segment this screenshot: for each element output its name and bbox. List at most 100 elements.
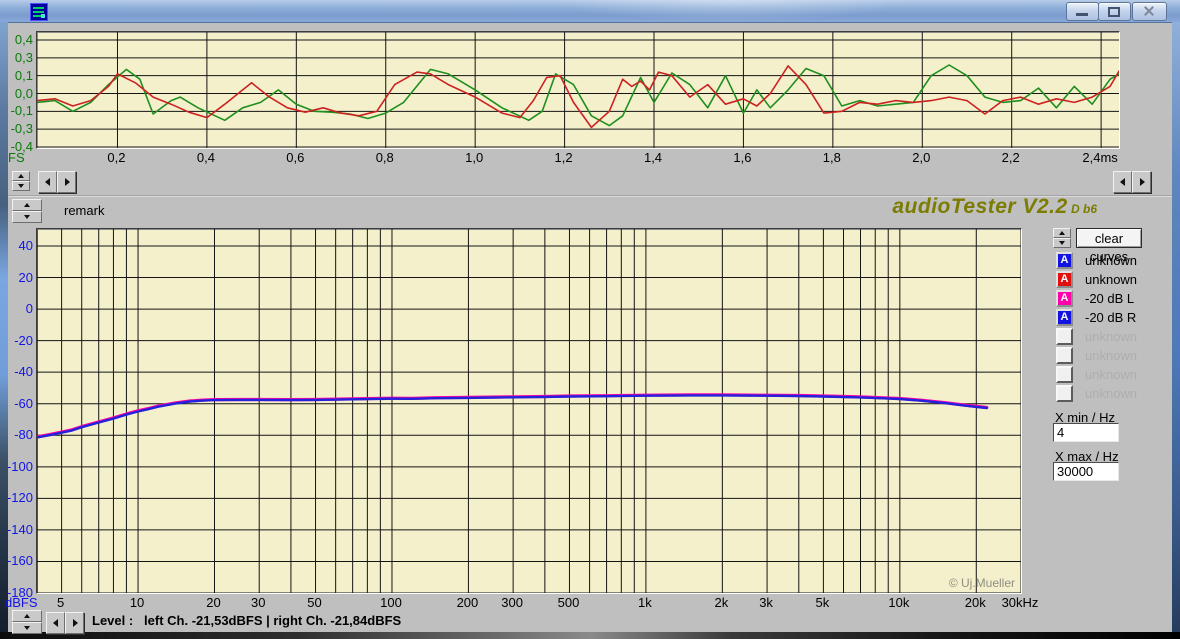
osc-x-tick: 1,0 bbox=[465, 150, 483, 165]
level-spinner[interactable] bbox=[12, 610, 42, 634]
level-scroll-left-button[interactable] bbox=[46, 612, 65, 634]
right-arrow-icon bbox=[65, 178, 70, 186]
remark-spinner[interactable] bbox=[12, 199, 42, 223]
spin-down-button[interactable] bbox=[1053, 238, 1071, 248]
osc-x-tick: 0,6 bbox=[286, 150, 304, 165]
oscilloscope-chart bbox=[36, 31, 1120, 149]
legend-label: unknown bbox=[1085, 272, 1137, 287]
osc-x-tick: 0,4 bbox=[197, 150, 215, 165]
legend-label: unknown bbox=[1085, 329, 1137, 344]
osc-y-tick: 0,3 bbox=[0, 50, 33, 65]
fr-x-tick: 10k bbox=[888, 595, 909, 610]
curve-toggle-swatch[interactable] bbox=[1056, 328, 1073, 345]
fr-y-tick: 20 bbox=[0, 270, 33, 285]
fr-y-tick: -100 bbox=[0, 459, 33, 474]
spin-down-button[interactable] bbox=[12, 181, 30, 191]
fr-x-tick: 30 bbox=[251, 595, 265, 610]
legend-item[interactable]: Aunknown bbox=[1056, 271, 1176, 288]
fr-y-tick: 40 bbox=[0, 238, 33, 253]
fr-x-tick: 3k bbox=[759, 595, 773, 610]
legend-item[interactable]: A -20 dB L bbox=[1056, 290, 1176, 307]
right-arrow-icon bbox=[73, 619, 78, 627]
legend-label: unknown bbox=[1085, 386, 1137, 401]
fr-y-tick: -40 bbox=[0, 364, 33, 379]
osc-scroll-right-button-right[interactable] bbox=[1132, 171, 1151, 193]
legend-label: unknown bbox=[1085, 367, 1137, 382]
osc-x-tick: 2,4ms bbox=[1082, 150, 1117, 165]
curve-toggle-swatch[interactable]: A bbox=[1056, 309, 1073, 326]
osc-y-tick: 0,0 bbox=[0, 86, 33, 101]
frequency-response-plot bbox=[37, 229, 1021, 593]
spin-up-button[interactable] bbox=[12, 171, 30, 181]
fr-x-tick: 20k bbox=[965, 595, 986, 610]
osc-y-tick: 0,1 bbox=[0, 68, 33, 83]
osc-x-tick: 1,2 bbox=[555, 150, 573, 165]
title-bar[interactable] bbox=[0, 0, 1180, 23]
legend-item[interactable]: unknown bbox=[1056, 385, 1176, 402]
watermark: © Uj.Mueller bbox=[949, 576, 1015, 590]
osc-x-tick: 2,0 bbox=[912, 150, 930, 165]
legend-item[interactable]: unknown bbox=[1056, 366, 1176, 383]
spin-down-button[interactable] bbox=[12, 211, 42, 223]
spin-up-button[interactable] bbox=[12, 610, 42, 622]
up-arrow-icon bbox=[24, 614, 30, 618]
osc-scroll-right-button[interactable] bbox=[57, 171, 76, 193]
osc-scroll-left-button[interactable] bbox=[38, 171, 57, 193]
fr-x-tick: 200 bbox=[457, 595, 479, 610]
curve-toggle-swatch[interactable] bbox=[1056, 347, 1073, 364]
spin-up-button[interactable] bbox=[12, 199, 42, 211]
legend-item[interactable]: A -20 dB R bbox=[1056, 309, 1176, 326]
minimize-button[interactable] bbox=[1066, 2, 1099, 21]
curve-toggle-swatch[interactable]: A bbox=[1056, 252, 1073, 269]
window-right-border bbox=[1172, 22, 1180, 632]
down-arrow-icon bbox=[1059, 241, 1065, 245]
sidebar-spinner[interactable] bbox=[1053, 228, 1071, 248]
fr-y-tick: -180 bbox=[0, 585, 33, 600]
app-title: audioTester V2.2 D b6 bbox=[500, 195, 1097, 219]
osc-zoom-spinner[interactable] bbox=[12, 171, 30, 191]
up-arrow-icon bbox=[1059, 231, 1065, 235]
legend-label: -20 dB L bbox=[1085, 291, 1134, 306]
right-arrow-icon bbox=[1140, 178, 1145, 186]
level-scroll-right-button[interactable] bbox=[65, 612, 84, 634]
spin-down-button[interactable] bbox=[12, 622, 42, 634]
fr-x-tick: 500 bbox=[558, 595, 580, 610]
spin-up-button[interactable] bbox=[1053, 228, 1071, 238]
xmin-input[interactable] bbox=[1053, 423, 1119, 442]
fr-x-tick: 50 bbox=[307, 595, 321, 610]
fr-x-tick: 30kHz bbox=[1002, 595, 1039, 610]
curve-toggle-swatch[interactable]: A bbox=[1056, 271, 1073, 288]
left-arrow-icon bbox=[1120, 178, 1125, 186]
fr-y-tick: 0 bbox=[0, 301, 33, 316]
fr-y-tick: -120 bbox=[0, 490, 33, 505]
fr-y-tick: -160 bbox=[0, 553, 33, 568]
fr-x-tick: 20 bbox=[206, 595, 220, 610]
curve-toggle-swatch[interactable] bbox=[1056, 366, 1073, 383]
legend-label: -20 dB R bbox=[1085, 310, 1136, 325]
curve-toggle-swatch[interactable]: A bbox=[1056, 290, 1073, 307]
osc-scroll-left-button-right[interactable] bbox=[1113, 171, 1132, 193]
osc-x-tick: 2,2 bbox=[1002, 150, 1020, 165]
legend-item[interactable]: Aunknown bbox=[1056, 252, 1176, 269]
clear-curves-button[interactable]: clear curves bbox=[1076, 228, 1142, 248]
oscilloscope-plot bbox=[37, 32, 1119, 148]
osc-y-tick: -0,3 bbox=[0, 121, 33, 136]
app-icon bbox=[30, 3, 48, 21]
fr-x-tick: 2k bbox=[714, 595, 728, 610]
legend-item[interactable]: unknown bbox=[1056, 347, 1176, 364]
osc-x-tick: 0,2 bbox=[107, 150, 125, 165]
up-arrow-icon bbox=[24, 203, 30, 207]
fr-x-tick: 100 bbox=[380, 595, 402, 610]
maximize-button[interactable] bbox=[1098, 2, 1131, 21]
frequency-response-chart: © Uj.Mueller bbox=[36, 228, 1022, 594]
osc-y-tick: 0,4 bbox=[0, 32, 33, 47]
close-button[interactable] bbox=[1132, 2, 1167, 21]
osc-y-tick: -0,4 bbox=[0, 139, 33, 154]
legend-label: unknown bbox=[1085, 348, 1137, 363]
xmax-input[interactable] bbox=[1053, 462, 1119, 481]
fr-x-tick: 1k bbox=[638, 595, 652, 610]
minimize-icon bbox=[1076, 13, 1088, 16]
legend-item[interactable]: unknown bbox=[1056, 328, 1176, 345]
curve-toggle-swatch[interactable] bbox=[1056, 385, 1073, 402]
fr-y-tick: -20 bbox=[0, 333, 33, 348]
